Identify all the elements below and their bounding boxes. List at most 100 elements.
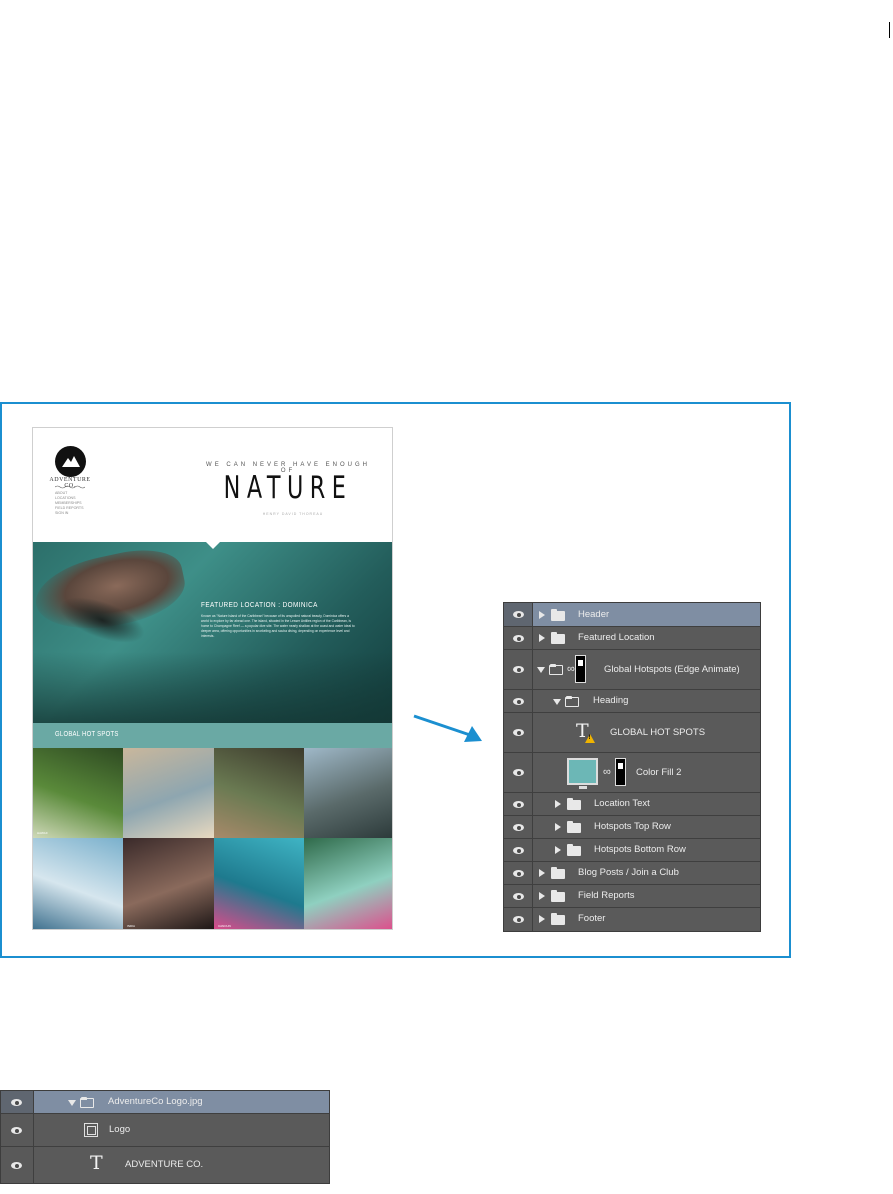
- folder-icon: [567, 844, 581, 856]
- chain-link-icon[interactable]: ∞: [567, 663, 575, 675]
- folder-icon: [551, 890, 565, 902]
- hot-spot-photo[interactable]: [304, 838, 392, 929]
- photo-caption: INDIA: [127, 924, 136, 928]
- layer-row-field-reports[interactable]: Field Reports: [504, 885, 760, 908]
- photo-caption: CANCUN: [218, 924, 231, 928]
- hot-spot-photo[interactable]: [123, 748, 214, 838]
- eye-icon[interactable]: [513, 870, 524, 877]
- layer-label: ADVENTURE CO.: [125, 1159, 204, 1170]
- eye-icon[interactable]: [513, 635, 524, 642]
- eye-icon[interactable]: [513, 824, 524, 831]
- layer-label: Featured Location: [578, 632, 655, 643]
- eye-icon[interactable]: [11, 1127, 22, 1134]
- layer-row-global-hotspots[interactable]: ∞ Global Hotspots (Edge Animate): [504, 650, 760, 690]
- open-folder-icon: [549, 664, 563, 675]
- layer-label: Location Text: [594, 798, 650, 809]
- layer-label: Hotspots Top Row: [594, 821, 671, 832]
- hot-spot-photo[interactable]: HAWAII: [33, 748, 123, 838]
- eye-icon[interactable]: [513, 666, 524, 673]
- featured-title: FEATURED LOCATION : DOMINICA: [201, 600, 318, 609]
- nav-link[interactable]: SIGN IN: [55, 511, 84, 516]
- expand-arrow-icon[interactable]: [539, 892, 545, 900]
- layer-row-adventure-co-text[interactable]: T ADVENTURE CO.: [1, 1147, 329, 1183]
- collapse-arrow-icon[interactable]: [537, 667, 545, 673]
- open-folder-icon: [80, 1097, 94, 1108]
- layer-label: GLOBAL HOT SPOTS: [610, 727, 706, 738]
- hot-spots-grid: HAWAII INDIA CANCUN: [33, 748, 392, 929]
- mockup-nav: ABOUT LOCATIONS MEMBERSHIPS FIELD REPORT…: [55, 491, 84, 516]
- hot-spot-photo[interactable]: [33, 838, 123, 929]
- hot-spot-photo[interactable]: [214, 748, 304, 838]
- collapse-arrow-icon[interactable]: [68, 1100, 76, 1106]
- layer-label: Blog Posts / Join a Club: [578, 867, 679, 878]
- eye-icon[interactable]: [513, 801, 524, 808]
- layer-row-blog-posts[interactable]: Blog Posts / Join a Club: [504, 862, 760, 885]
- reef-shade: [33, 652, 392, 723]
- layer-label: Heading: [593, 695, 629, 706]
- layer-row-header[interactable]: Header: [504, 603, 760, 627]
- eye-icon[interactable]: [11, 1099, 22, 1106]
- layer-label: Logo: [109, 1124, 131, 1135]
- collapse-arrow-icon[interactable]: [553, 699, 561, 705]
- layer-label: Header: [578, 609, 610, 620]
- chain-link-icon[interactable]: ∞: [603, 766, 611, 778]
- layer-row-footer[interactable]: Footer: [504, 908, 760, 931]
- hot-spot-photo[interactable]: [304, 748, 392, 838]
- expand-arrow-icon[interactable]: [539, 611, 545, 619]
- layer-row-hotspots-top-row[interactable]: Hotspots Top Row: [504, 816, 760, 839]
- layer-mask-thumbnail[interactable]: [575, 655, 586, 683]
- folder-icon: [551, 609, 565, 621]
- hot-spots-label: GLOBAL HOT SPOTS: [55, 731, 119, 738]
- layer-row-adventureco-logo[interactable]: AdventureCo Logo.jpg: [1, 1091, 329, 1114]
- layer-label: Hotspots Bottom Row: [594, 844, 686, 855]
- layer-label: Footer: [578, 913, 606, 924]
- layer-label: AdventureCo Logo.jpg: [108, 1096, 203, 1107]
- color-fill-thumbnail[interactable]: [567, 758, 598, 789]
- layer-mask-thumbnail[interactable]: [615, 758, 626, 786]
- eye-icon[interactable]: [513, 847, 524, 854]
- layer-row-location-text[interactable]: Location Text: [504, 793, 760, 816]
- eye-icon[interactable]: [11, 1162, 22, 1169]
- featured-hero-image: FEATURED LOCATION : DOMINICA Known as "N…: [33, 542, 392, 723]
- layer-row-hotspots-bottom-row[interactable]: Hotspots Bottom Row: [504, 839, 760, 862]
- expand-arrow-icon[interactable]: [539, 634, 545, 642]
- eye-icon[interactable]: [513, 893, 524, 900]
- mockup-subtitle: HENRY DAVID THOREAU: [262, 512, 324, 516]
- expand-arrow-icon[interactable]: [539, 869, 545, 877]
- layer-label: Color Fill 2: [636, 767, 682, 778]
- expand-arrow-icon[interactable]: [539, 915, 545, 923]
- layer-row-color-fill[interactable]: ∞ Color Fill 2: [504, 753, 760, 793]
- eye-icon[interactable]: [513, 769, 524, 776]
- folder-icon: [567, 821, 581, 833]
- hero-notch: [205, 542, 221, 549]
- text-layer-icon: T: [90, 1152, 103, 1174]
- featured-body: Known as "Nature Island of the Caribbean…: [201, 614, 355, 638]
- layer-row-logo[interactable]: Logo: [1, 1114, 329, 1147]
- eye-icon[interactable]: [513, 611, 524, 618]
- warning-icon[interactable]: [585, 734, 595, 743]
- layer-row-global-hot-spots-text[interactable]: T GLOBAL HOT SPOTS: [504, 713, 760, 753]
- mountain-logo-icon: [55, 446, 86, 477]
- layer-row-featured-location[interactable]: Featured Location: [504, 627, 760, 650]
- open-folder-icon: [565, 696, 579, 707]
- folder-icon: [567, 798, 581, 810]
- expand-arrow-icon[interactable]: [555, 823, 561, 831]
- page-edge-mark: [889, 22, 890, 38]
- hot-spot-photo[interactable]: INDIA: [123, 838, 214, 929]
- wave-divider-icon: [55, 485, 85, 489]
- folder-icon: [551, 913, 565, 925]
- layer-label: Global Hotspots (Edge Animate): [604, 664, 740, 675]
- hot-spots-bar: GLOBAL HOT SPOTS: [33, 723, 392, 748]
- expand-arrow-icon[interactable]: [555, 846, 561, 854]
- eye-icon[interactable]: [513, 729, 524, 736]
- webpage-mockup: ADVENTURE CO. ABOUT LOCATIONS MEMBERSHIP…: [32, 427, 393, 930]
- eye-icon[interactable]: [513, 916, 524, 923]
- arrow-right-icon: [413, 714, 482, 742]
- eye-icon[interactable]: [513, 698, 524, 705]
- layer-row-heading[interactable]: Heading: [504, 690, 760, 713]
- hot-spot-photo[interactable]: CANCUN: [214, 838, 304, 929]
- layers-panel-secondary: AdventureCo Logo.jpg Logo T ADVENTURE CO…: [0, 1090, 330, 1184]
- expand-arrow-icon[interactable]: [555, 800, 561, 808]
- layers-panel: Header Featured Location ∞ Global Hotspo…: [503, 602, 761, 932]
- layer-label: Field Reports: [578, 890, 635, 901]
